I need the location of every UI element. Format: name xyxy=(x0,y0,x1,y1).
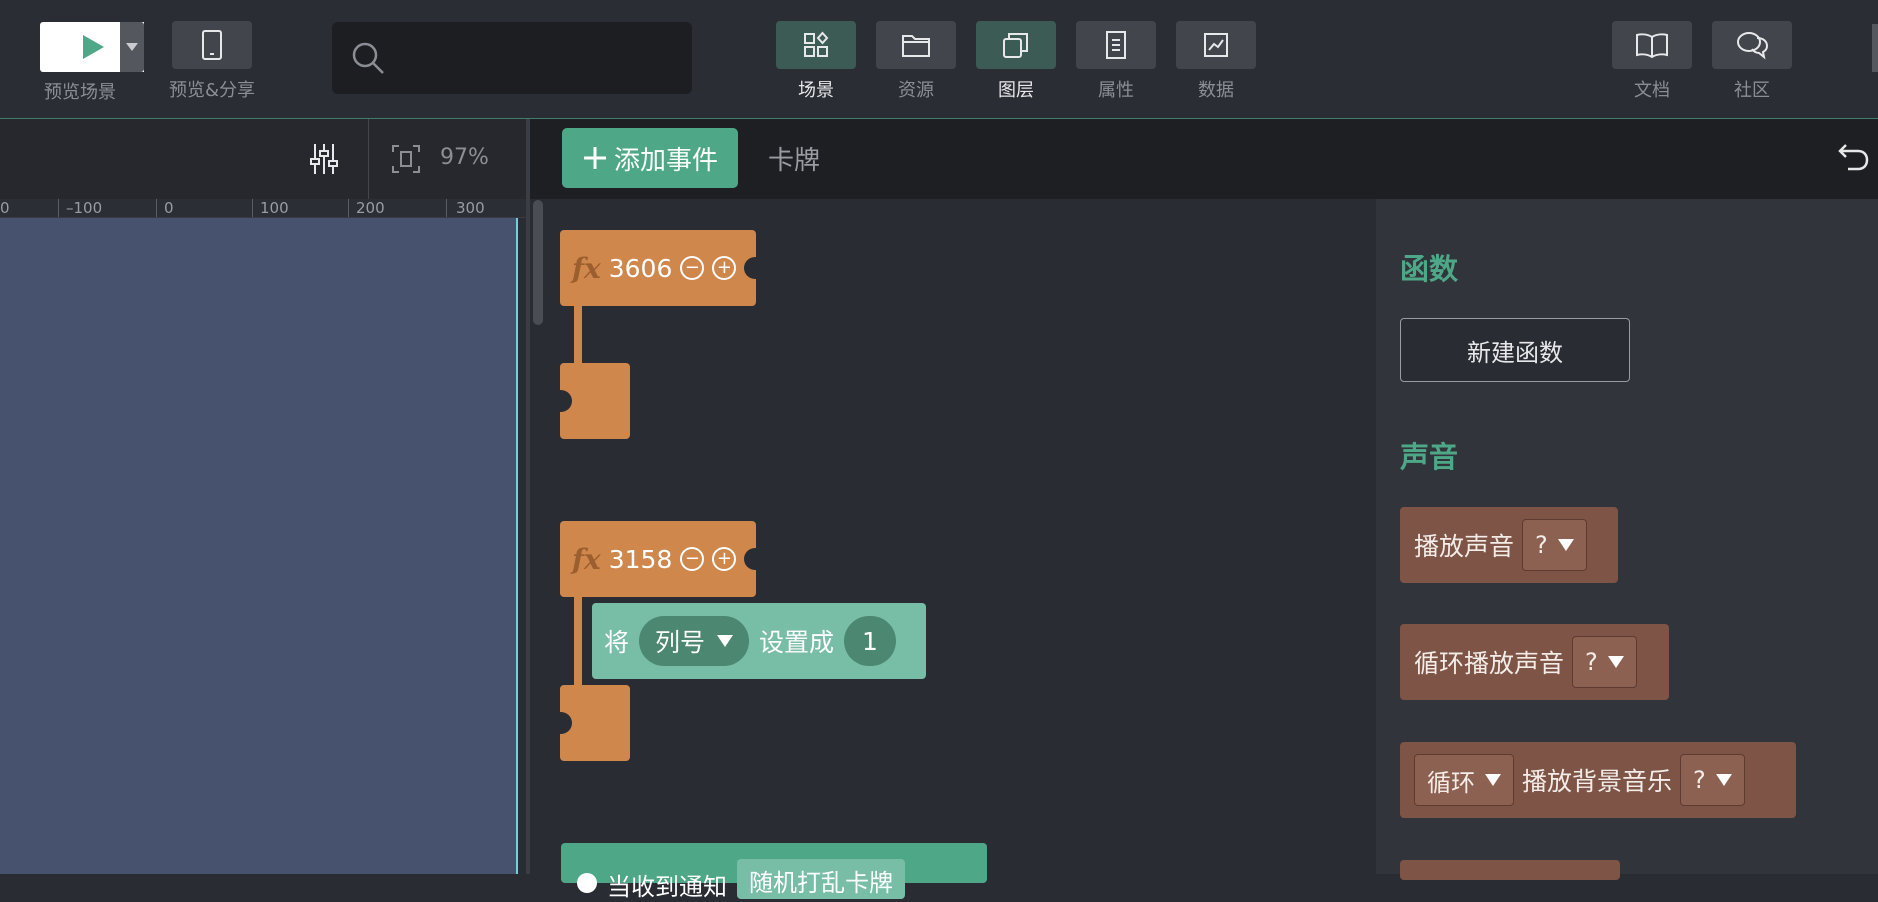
toolbar-divider xyxy=(368,119,369,199)
fx-icon: fx xyxy=(572,542,601,576)
book-icon xyxy=(1636,33,1668,59)
dropdown-arrow-icon xyxy=(1485,774,1501,786)
dropdown-arrow-icon xyxy=(717,635,734,647)
play-icon xyxy=(83,35,104,59)
function-block[interactable]: fx 3606 − + xyxy=(560,230,756,306)
chart-icon xyxy=(1204,33,1228,57)
ruler-tick: 0 xyxy=(164,199,174,217)
function-id: 3158 xyxy=(608,544,673,574)
layers-icon xyxy=(1003,33,1028,58)
play-bgm-block[interactable]: 循环 播放背景音乐 ? xyxy=(1400,742,1796,818)
stage-canvas[interactable] xyxy=(0,218,516,874)
sound-dropdown[interactable]: ? xyxy=(1522,519,1587,571)
fx-icon: fx xyxy=(572,251,601,285)
panel-splitter[interactable] xyxy=(526,119,530,874)
dropdown-arrow-icon xyxy=(1607,656,1624,668)
docs-label: 文档 xyxy=(1634,80,1670,101)
docs-button[interactable] xyxy=(1612,21,1692,69)
search-icon xyxy=(352,42,384,74)
sound-dropdown[interactable]: ? xyxy=(1572,636,1637,688)
ruler-tick: 300 xyxy=(456,199,485,217)
preview-scene-label: 预览场景 xyxy=(44,82,116,103)
dropdown-arrow-icon xyxy=(1557,539,1574,551)
fit-screen-icon[interactable] xyxy=(391,144,421,174)
function-block[interactable]: fx 3158 − + xyxy=(560,521,756,597)
tab-layers[interactable] xyxy=(976,21,1056,69)
preview-options-dropdown[interactable] xyxy=(120,22,144,72)
tab-data[interactable] xyxy=(1176,21,1256,69)
undo-icon[interactable] xyxy=(1836,140,1870,174)
dropdown-arrow-icon xyxy=(1715,774,1732,786)
value-input[interactable]: 1 xyxy=(844,616,896,666)
play-bgm-label: 播放背景音乐 xyxy=(1522,767,1673,796)
phone-icon xyxy=(202,30,222,60)
preview-share-label: 预览&分享 xyxy=(168,80,256,101)
stage-toolbar: 97% xyxy=(0,119,526,199)
plus-icon xyxy=(583,147,606,169)
loop-play-sound-label: 循环播放声音 xyxy=(1414,649,1565,678)
tab-properties-label: 属性 xyxy=(1098,80,1134,101)
tab-data-label: 数据 xyxy=(1198,80,1234,101)
sliders-icon[interactable] xyxy=(309,142,339,176)
block-connector xyxy=(574,595,582,687)
set-prefix: 将 xyxy=(604,628,630,657)
sound-heading: 声音 xyxy=(1400,440,1459,474)
workspace-scrollbar[interactable] xyxy=(533,200,543,325)
tab-scene-label: 场景 xyxy=(798,80,834,101)
tab-layers-label: 图层 xyxy=(998,80,1034,101)
tab-properties[interactable] xyxy=(1076,21,1156,69)
ruler-tick: –100 xyxy=(66,199,103,217)
minus-circle-icon[interactable]: − xyxy=(680,256,705,280)
ruler-tick: 0 xyxy=(0,199,10,217)
tab-scene[interactable] xyxy=(776,21,856,69)
add-event-button[interactable]: 添加事件 xyxy=(562,128,738,188)
functions-heading: 函数 xyxy=(1400,252,1459,286)
loop-dropdown[interactable]: 循环 xyxy=(1414,754,1514,806)
plus-circle-icon[interactable]: + xyxy=(712,256,737,280)
loop-play-sound-block[interactable]: 循环播放声音 ? xyxy=(1400,624,1669,700)
community-button[interactable] xyxy=(1712,21,1792,69)
zoom-level: 97% xyxy=(440,145,489,170)
dropdown-value: ? xyxy=(1693,766,1706,794)
notification-dropdown[interactable]: 随机打乱卡牌 xyxy=(737,859,905,899)
plus-circle-icon[interactable]: + xyxy=(712,547,737,571)
music-dropdown[interactable]: ? xyxy=(1680,754,1745,806)
grid-icon xyxy=(804,31,829,57)
stage-boundary xyxy=(516,218,518,874)
set-variable-block[interactable]: 将 列号 设置成 1 xyxy=(592,603,926,679)
variable-name: 列号 xyxy=(655,628,706,657)
event-text: 当收到通知 xyxy=(607,873,727,901)
tab-resources-label: 资源 xyxy=(898,80,934,101)
horizontal-ruler: 0 –100 0 100 200 300 xyxy=(0,199,526,218)
minus-circle-icon[interactable]: − xyxy=(680,547,705,571)
ruler-tick: 100 xyxy=(260,199,289,217)
document-icon xyxy=(1106,31,1126,59)
play-sound-block[interactable]: 播放声音 ? xyxy=(1400,507,1618,583)
set-mid: 设置成 xyxy=(759,628,835,657)
event-block[interactable]: 当收到通知 随机打乱卡牌 xyxy=(561,843,987,901)
chat-icon xyxy=(1737,32,1769,60)
block-connector xyxy=(574,300,582,370)
function-id: 3606 xyxy=(608,253,673,283)
community-label: 社区 xyxy=(1734,80,1770,101)
new-function-button[interactable]: 新建函数 xyxy=(1400,318,1630,382)
tab-resources[interactable] xyxy=(876,21,956,69)
dropdown-value: ? xyxy=(1585,648,1598,676)
add-event-label: 添加事件 xyxy=(613,145,718,176)
event-dot-icon xyxy=(577,873,597,893)
top-toolbar: 预览场景 预览&分享 场景 资源 图层 属性 数据 文档 社区 xyxy=(0,0,1878,119)
toolbar-edge xyxy=(1872,24,1878,72)
chevron-down-icon xyxy=(126,43,138,51)
tab-cards[interactable]: 卡牌 xyxy=(768,140,820,177)
dropdown-value: 循环 xyxy=(1427,768,1475,797)
play-sound-label: 播放声音 xyxy=(1414,532,1515,561)
folder-icon xyxy=(902,35,930,57)
ruler-tick: 200 xyxy=(356,199,385,217)
preview-share-button[interactable] xyxy=(172,21,252,69)
variable-dropdown[interactable]: 列号 xyxy=(639,616,750,666)
sound-block-partial[interactable] xyxy=(1400,860,1620,880)
search-input[interactable] xyxy=(332,22,692,94)
dropdown-value: ? xyxy=(1535,531,1548,559)
